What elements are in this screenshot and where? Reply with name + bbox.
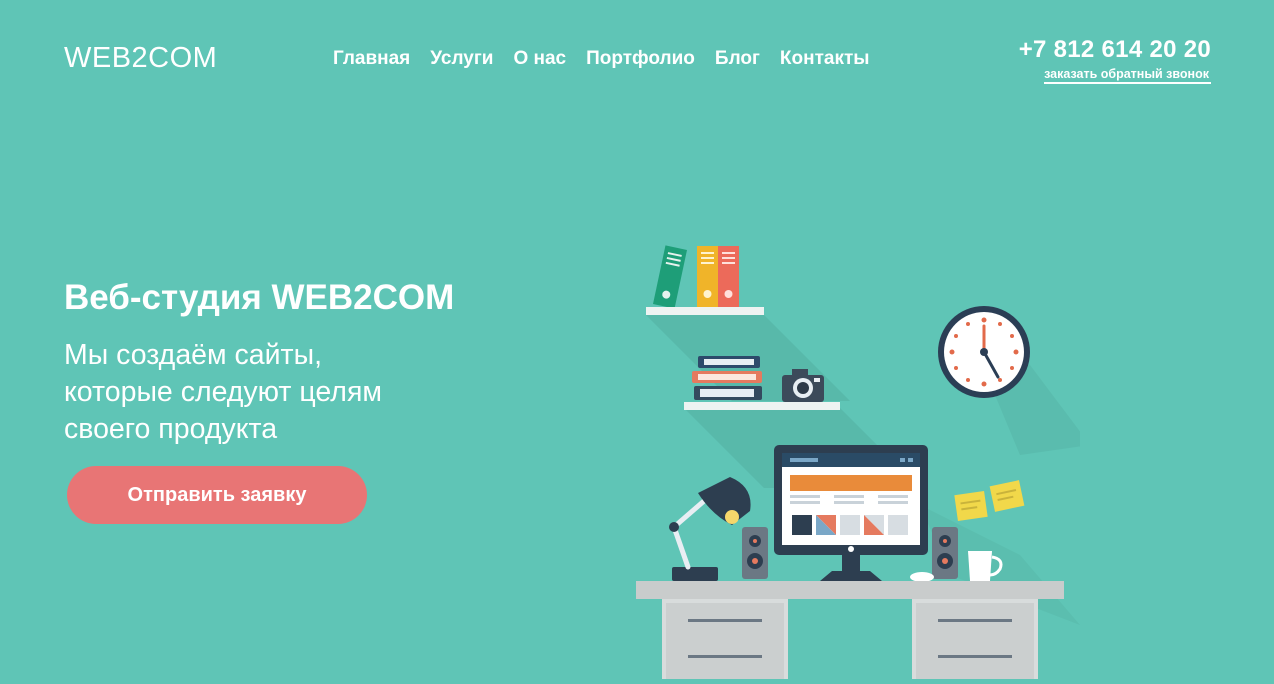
hero-title: Веб-студия WEB2COM bbox=[64, 278, 455, 317]
workspace-illustration-svg bbox=[636, 245, 1090, 679]
nav-item-home[interactable]: Главная bbox=[333, 48, 410, 70]
sticky-notes-icon bbox=[954, 480, 1025, 521]
books-icon bbox=[653, 245, 739, 309]
middle-shelf bbox=[684, 402, 840, 410]
stacked-books-icon bbox=[692, 356, 762, 400]
nav-item-about[interactable]: О нас bbox=[513, 48, 566, 70]
nav-item-services[interactable]: Услуги bbox=[430, 48, 493, 70]
clock-icon bbox=[938, 306, 1030, 398]
hero-subtitle-line: которые следуют целям bbox=[64, 376, 382, 408]
speaker-icon bbox=[932, 527, 958, 579]
hero-subtitle-line: Мы создаём сайты, bbox=[64, 339, 323, 371]
speaker-icon bbox=[742, 527, 768, 579]
desk-icon bbox=[636, 581, 1064, 679]
monitor-icon bbox=[774, 445, 928, 581]
callback-link[interactable]: заказать обратный звонок bbox=[1044, 67, 1211, 84]
main-nav: Главная Услуги О нас Портфолио Блог Конт… bbox=[333, 48, 870, 70]
phone-link[interactable]: +7 812 614 20 20 bbox=[1019, 36, 1211, 64]
logo[interactable]: WEB2COM bbox=[64, 42, 217, 75]
hero-subtitle-line: своего продукта bbox=[64, 413, 278, 445]
mouse-icon bbox=[910, 572, 934, 582]
desk-lamp-icon bbox=[669, 477, 751, 581]
nav-item-portfolio[interactable]: Портфолио bbox=[586, 48, 695, 70]
workspace-illustration bbox=[620, 225, 1090, 679]
top-shelf bbox=[646, 307, 764, 315]
nav-item-contacts[interactable]: Контакты bbox=[780, 48, 870, 70]
nav-item-blog[interactable]: Блог bbox=[715, 48, 760, 70]
send-request-button[interactable]: Отправить заявку bbox=[67, 466, 367, 524]
header-contact: +7 812 614 20 20 заказать обратный звоно… bbox=[1019, 36, 1211, 84]
hero-subtitle: Мы создаём сайты, которые следуют целям … bbox=[64, 337, 494, 448]
